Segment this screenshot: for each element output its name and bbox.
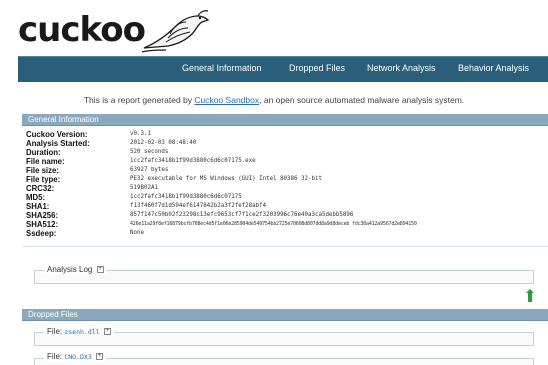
info-label: Analysis Started: xyxy=(26,139,90,148)
dropped-file-box xyxy=(34,358,534,365)
info-label: Cuckoo Version: xyxy=(26,130,88,139)
info-value: 426e11a29f8ef16879bcfb708ec4d5f1e06e2859… xyxy=(130,221,417,227)
info-value: 1cc2fafc3418b1f99d3880c6d6c07175 xyxy=(130,194,242,200)
info-value: 857f147c50b02f23298c13efc9653cf7f1ce2f32… xyxy=(130,212,354,218)
nav-dropped-files[interactable]: Dropped Files xyxy=(289,63,345,73)
info-label: File type: xyxy=(26,175,61,184)
general-information-header: General Information xyxy=(22,114,548,126)
cuckoo-sandbox-link[interactable]: Cuckoo Sandbox xyxy=(194,95,259,105)
info-value: 519B02A1 xyxy=(130,185,158,191)
file-label: File: xyxy=(47,352,63,361)
intro-suffix: , an open source automated malware analy… xyxy=(259,95,465,105)
expand-icon[interactable]: + xyxy=(103,328,111,336)
dropped-file-legend[interactable]: File: CNO.DX3 + xyxy=(44,352,106,361)
info-label: MD5: xyxy=(26,193,46,202)
header: cuckoo General Information Dropped Files… xyxy=(0,0,548,82)
info-value: 63927 bytes xyxy=(130,167,169,173)
info-label: File size: xyxy=(26,166,59,175)
info-label: SHA1: xyxy=(26,202,50,211)
analysis-log-legend[interactable]: Analysis Log + xyxy=(44,265,107,274)
info-label: SHA512: xyxy=(26,220,59,229)
info-value: f13f460f7d1d594ef6147842b2a3f2fef28abf4 xyxy=(130,203,267,209)
analysis-log-box xyxy=(34,270,534,284)
info-value: 2012-02-03 08:48:40 xyxy=(130,140,197,146)
info-label: SHA256: xyxy=(26,211,59,220)
info-value: None xyxy=(130,230,144,236)
nav-general-information[interactable]: General Information xyxy=(182,63,262,73)
expand-icon[interactable]: + xyxy=(96,266,104,274)
info-value: v0.3.1 xyxy=(130,131,151,137)
dropped-files-header: Dropped Files xyxy=(22,309,548,321)
info-label: Ssdeep: xyxy=(26,229,57,238)
nav-behavior-analysis[interactable]: Behavior Analysis xyxy=(458,63,529,73)
cuckoo-logo-text: cuckoo xyxy=(18,10,146,50)
info-value: 1cc2fafc3418b1f99d3880c6d6c07175.exe xyxy=(130,158,256,164)
report-intro: This is a report generated by Cuckoo San… xyxy=(0,95,548,105)
dropped-file-legend[interactable]: File: zsenh.dll + xyxy=(44,327,114,336)
nav-network-analysis[interactable]: Network Analysis xyxy=(367,63,436,73)
info-label: CRC32: xyxy=(26,184,55,193)
expand-icon[interactable]: + xyxy=(96,353,103,361)
info-value: 520 seconds xyxy=(130,149,169,155)
info-label: File name: xyxy=(26,157,65,166)
file-label: File: xyxy=(47,327,63,336)
up-arrow-icon[interactable] xyxy=(526,289,534,302)
dropped-file-name[interactable]: zsenh.dll xyxy=(64,328,99,336)
dropped-file-name[interactable]: CNO.DX3 xyxy=(64,353,91,361)
analysis-log-label: Analysis Log xyxy=(47,265,93,274)
info-value: PE32 executable for MS Windows (GUI) Int… xyxy=(130,176,322,182)
info-label: Duration: xyxy=(26,148,61,157)
navbar: General Information Dropped Files Networ… xyxy=(18,56,548,82)
divider xyxy=(22,246,548,247)
cuckoo-bird-icon xyxy=(141,10,210,53)
intro-prefix: This is a report generated by xyxy=(83,95,195,105)
